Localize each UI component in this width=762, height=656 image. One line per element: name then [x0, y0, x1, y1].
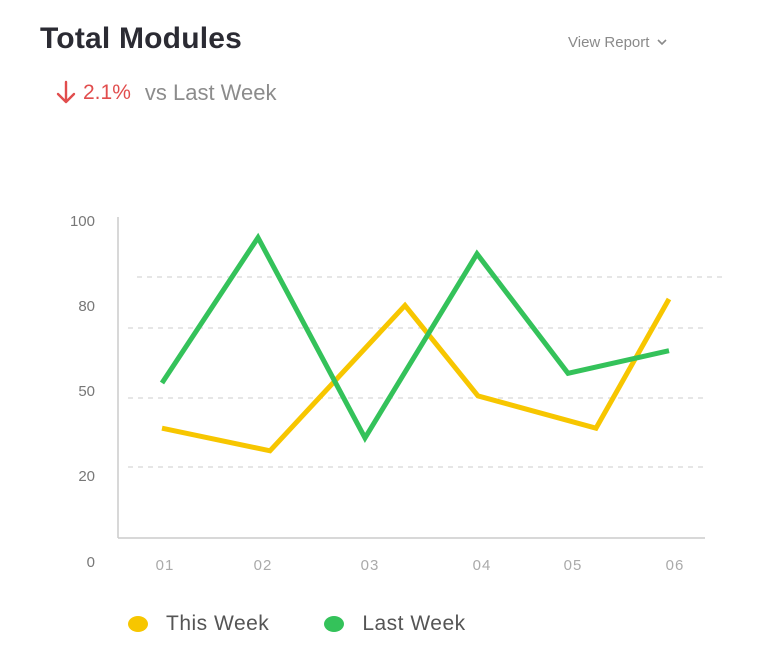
chart-legend: This Week Last Week [128, 612, 521, 636]
legend-item-this-week[interactable]: This Week [128, 612, 269, 636]
series-line-this-week [161, 297, 672, 454]
y-tick-label: 100 [70, 213, 95, 230]
x-tick-label: 01 [156, 557, 175, 574]
x-tick-label: 02 [254, 557, 273, 574]
legend-label-last-week: Last Week [362, 612, 466, 635]
y-tick-label: 50 [78, 383, 95, 400]
legend-swatch-last-week [324, 616, 345, 632]
x-tick-label: 05 [564, 557, 583, 574]
y-tick-label: 20 [78, 468, 95, 485]
x-tick-label: 03 [361, 557, 380, 574]
line-chart: 100 80 50 20 0 01 02 03 04 05 06 [70, 213, 722, 574]
legend-swatch-this-week [128, 616, 148, 632]
legend-label-this-week: This Week [166, 612, 270, 635]
chart-series [159, 232, 672, 454]
x-tick-label: 04 [473, 557, 492, 574]
y-tick-label: 0 [87, 554, 95, 571]
x-tick-label: 06 [666, 557, 685, 574]
series-line-last-week [159, 232, 670, 443]
legend-item-last-week[interactable]: Last Week [324, 612, 465, 636]
y-tick-label: 80 [78, 298, 95, 315]
y-axis-ticks: 100 80 50 20 0 [70, 213, 95, 571]
x-axis-ticks: 01 02 03 04 05 06 [156, 557, 685, 574]
chart-axes [117, 217, 705, 539]
